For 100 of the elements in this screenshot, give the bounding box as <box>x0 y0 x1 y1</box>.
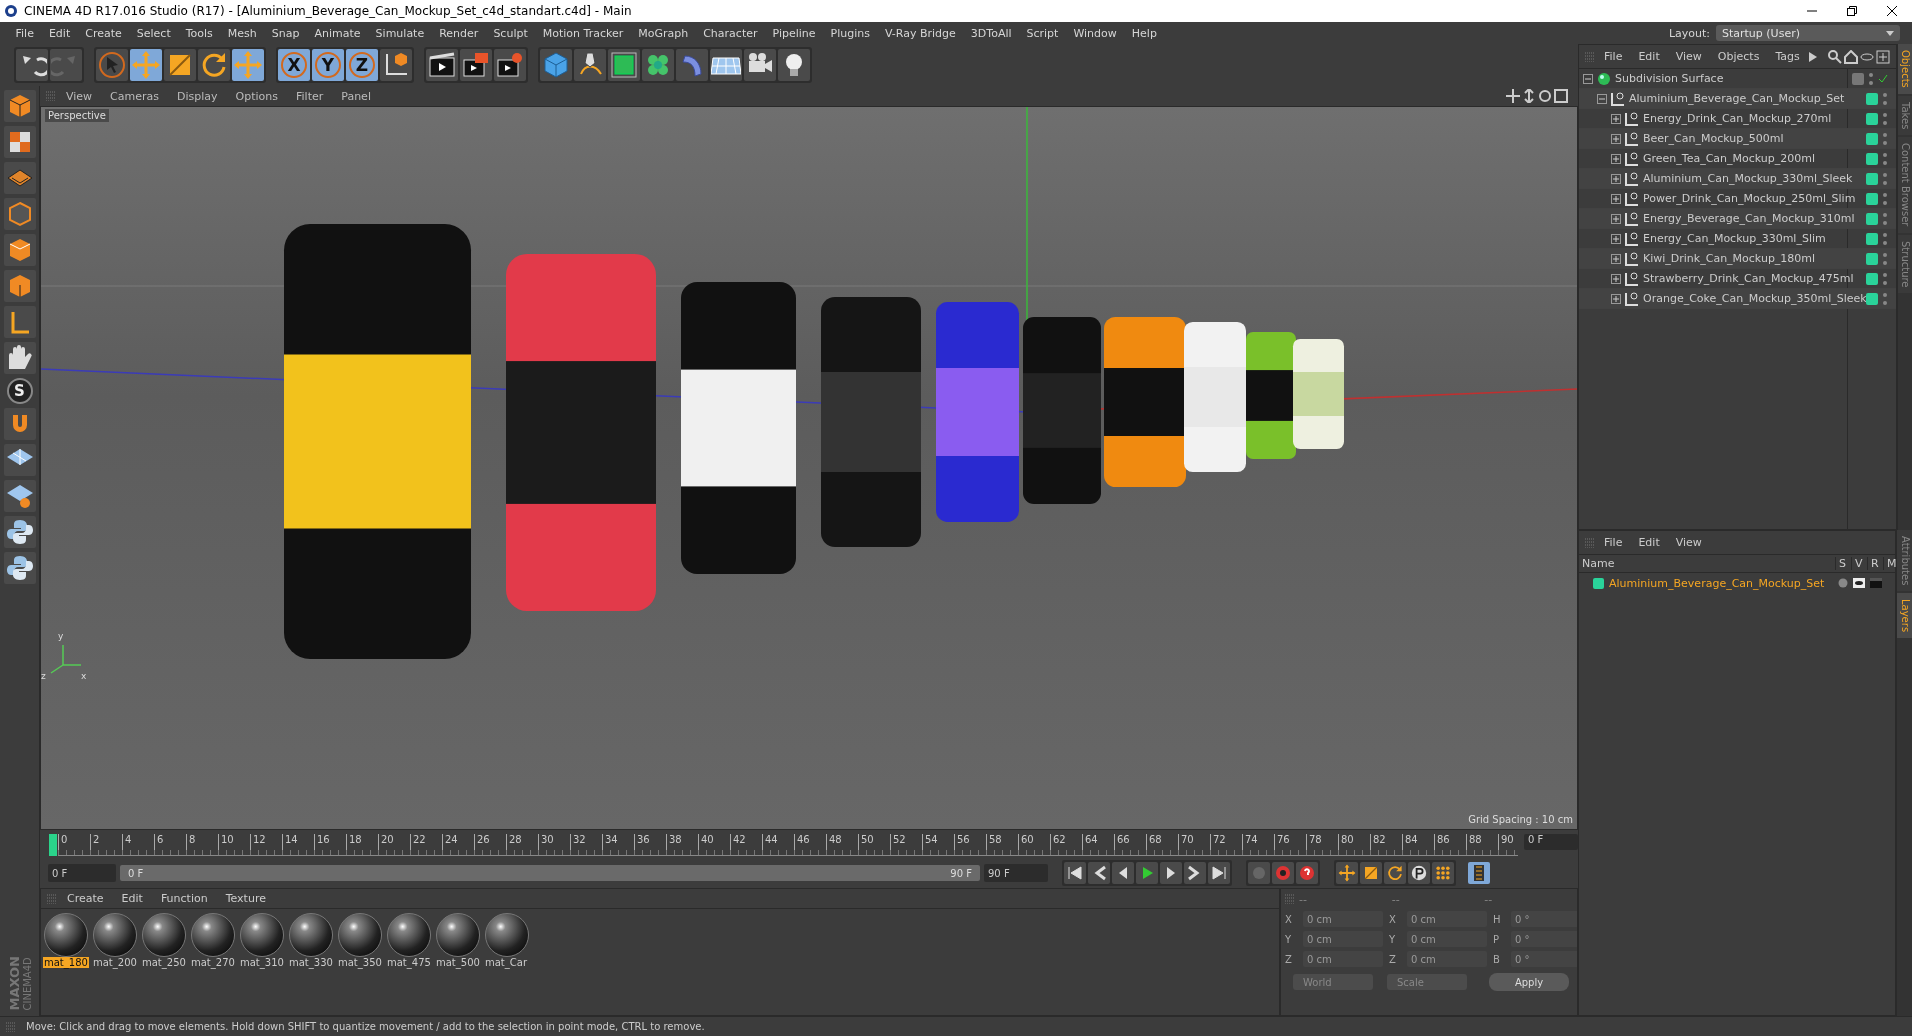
menu-item[interactable]: Objects <box>1710 50 1767 63</box>
visibility-dots-icon[interactable] <box>1882 271 1888 286</box>
parameter-key-button[interactable] <box>1408 862 1430 884</box>
home-icon[interactable] <box>1844 49 1858 64</box>
coordinate-field[interactable]: 0 cm <box>1407 931 1487 947</box>
material-name[interactable]: mat_330 <box>288 957 334 968</box>
column-header[interactable]: R <box>1867 557 1883 570</box>
side-tab[interactable]: Layers <box>1897 593 1912 639</box>
object-name[interactable]: Green_Tea_Can_Mockup_200ml <box>1643 152 1863 165</box>
restore-icon[interactable] <box>1846 5 1858 17</box>
layout-dropdown[interactable]: Startup (User) <box>1716 25 1900 41</box>
expander-icon[interactable] <box>1611 153 1621 164</box>
menu-item[interactable]: Select <box>129 26 179 40</box>
zoom-arrows-icon[interactable] <box>1522 89 1536 103</box>
menu-item[interactable]: Edit <box>1631 536 1667 549</box>
material-name[interactable]: mat_475 <box>386 957 432 968</box>
apply-button[interactable]: Apply <box>1489 973 1569 991</box>
search-icon[interactable] <box>1828 49 1842 64</box>
python-button[interactable] <box>3 516 36 548</box>
grid-button[interactable] <box>3 444 36 476</box>
axis-lock-button[interactable]: X <box>278 49 310 81</box>
play-button[interactable] <box>1136 862 1158 884</box>
material-preview[interactable] <box>93 913 137 957</box>
more-arrow-icon[interactable] <box>1808 51 1817 62</box>
pan-icon[interactable] <box>1506 89 1520 103</box>
material-preview[interactable] <box>485 913 529 957</box>
menu-item[interactable]: Snap <box>264 26 307 40</box>
menu-item[interactable]: File <box>8 26 42 40</box>
enabled-check-icon[interactable] <box>1878 73 1888 84</box>
coordinate-field[interactable]: 0 ° <box>1511 951 1577 967</box>
material-preview[interactable] <box>338 913 382 957</box>
render-view-button[interactable] <box>460 49 492 81</box>
go-to-end-button[interactable] <box>1208 862 1230 884</box>
material-preview[interactable] <box>44 913 88 957</box>
step-forward-button[interactable] <box>1184 862 1206 884</box>
material-preview[interactable] <box>240 913 284 957</box>
visibility-dots-icon[interactable] <box>1882 171 1888 186</box>
visibility-dots-icon[interactable] <box>1882 151 1888 166</box>
scale-key-button[interactable] <box>1360 862 1382 884</box>
coordinate-field[interactable]: 0 cm <box>1407 951 1487 967</box>
menu-item[interactable]: Edit <box>113 892 151 905</box>
expander-icon[interactable] <box>1611 113 1621 124</box>
menu-item[interactable]: Mesh <box>220 26 265 40</box>
menu-item[interactable]: Panel <box>333 89 379 103</box>
floor-button[interactable] <box>710 49 742 81</box>
expander-icon[interactable] <box>1611 253 1621 264</box>
object-name[interactable]: Strawberry_Drink_Can_Mockup_475ml <box>1643 272 1863 285</box>
menu-item[interactable]: Create <box>77 26 130 40</box>
pen-button[interactable] <box>574 49 606 81</box>
visibility-dots-icon[interactable] <box>1882 211 1888 226</box>
cursor-button[interactable] <box>96 49 128 81</box>
menu-item[interactable]: Cameras <box>102 89 167 103</box>
current-frame-field[interactable]: 0 F <box>1524 834 1578 850</box>
visibility-dots-icon[interactable] <box>1868 71 1874 86</box>
menu-item[interactable]: Animate <box>307 26 369 40</box>
move-key-button[interactable] <box>1336 862 1358 884</box>
rotate-key-button[interactable] <box>1384 862 1406 884</box>
column-header[interactable]: M <box>1883 557 1895 570</box>
coordinate-field[interactable]: 0 cm <box>1303 931 1383 947</box>
menu-item[interactable]: Filter <box>288 89 332 103</box>
clapper-icon[interactable] <box>1870 578 1882 588</box>
cube-button[interactable] <box>540 49 572 81</box>
expander-icon[interactable] <box>1583 73 1593 84</box>
menu-item[interactable]: Create <box>59 892 112 905</box>
object-name[interactable]: Energy_Can_Mockup_330ml_Slim <box>1643 232 1863 245</box>
rotate-button[interactable] <box>198 49 230 81</box>
menu-item[interactable]: MoGraph <box>630 26 696 40</box>
menu-item[interactable]: Tools <box>178 26 221 40</box>
light-bulb-button[interactable] <box>778 49 810 81</box>
menu-item[interactable]: Function <box>152 892 216 905</box>
expander-icon[interactable] <box>1611 133 1621 144</box>
coordinate-field[interactable]: 0 cm <box>1303 911 1383 927</box>
menu-item[interactable]: Pipeline <box>765 26 824 40</box>
undo-button[interactable] <box>16 49 48 81</box>
visibility-dots-icon[interactable] <box>1882 291 1888 306</box>
expander-icon[interactable] <box>1611 273 1621 284</box>
menu-item[interactable]: Options <box>227 89 286 103</box>
material-name[interactable]: mat_200 <box>92 957 138 968</box>
expander-icon[interactable] <box>1611 173 1621 184</box>
menu-item[interactable]: View <box>1668 536 1709 549</box>
menu-item[interactable]: 3DToAll <box>963 26 1019 40</box>
coordinate-system-button[interactable] <box>380 49 412 81</box>
material-name[interactable]: mat_180 <box>43 957 89 968</box>
layer-color-swatch[interactable] <box>1593 577 1604 589</box>
visibility-dots-icon[interactable] <box>1882 251 1888 266</box>
workplane-mode-button[interactable] <box>3 162 36 194</box>
material-name[interactable]: mat_250 <box>141 957 187 968</box>
menu-item[interactable]: Tags <box>1768 50 1807 63</box>
expander-icon[interactable] <box>1611 293 1621 304</box>
record-button[interactable] <box>1272 862 1294 884</box>
new-window-icon[interactable] <box>1876 49 1890 64</box>
column-header[interactable]: V <box>1851 557 1867 570</box>
axis-mode-button[interactable] <box>3 306 36 338</box>
column-header[interactable]: S <box>1835 557 1851 570</box>
menu-item[interactable]: View <box>58 89 101 103</box>
visibility-dots-icon[interactable] <box>1882 231 1888 246</box>
solo-dot-icon[interactable] <box>1838 578 1848 588</box>
menu-item[interactable]: Script <box>1019 26 1066 40</box>
object-name[interactable]: Power_Drink_Can_Mockup_250ml_Slim <box>1643 192 1863 205</box>
visibility-dots-icon[interactable] <box>1882 91 1888 106</box>
